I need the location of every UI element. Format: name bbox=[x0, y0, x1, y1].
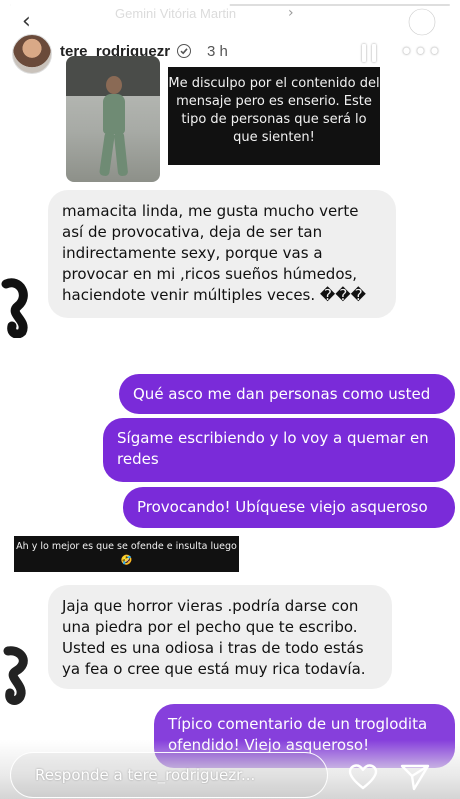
chevron-right-icon: › bbox=[288, 5, 294, 21]
redaction-scribble bbox=[1, 278, 28, 338]
story-photo bbox=[66, 56, 160, 182]
pause-icon[interactable] bbox=[362, 44, 376, 62]
verified-badge-icon bbox=[177, 44, 191, 58]
caption-comment: Ah y lo mejor es que se ofende e insulta… bbox=[14, 536, 239, 572]
caption-apology: Me disculpo por el contenido del mensaje… bbox=[168, 67, 380, 165]
message-outgoing: Provocando! Ubíquese viejo asqueroso bbox=[123, 487, 455, 528]
reply-input[interactable] bbox=[10, 752, 328, 798]
paper-plane-icon[interactable] bbox=[400, 763, 430, 791]
ghost-story-title: Gemini Vitória Martin bbox=[115, 6, 237, 21]
message-incoming: mamacita linda, me gusta mucho verte así… bbox=[48, 190, 396, 318]
message-incoming: Jaja que horror vieras .podría darse con… bbox=[48, 585, 392, 689]
message-outgoing: Sígame escribiendo y lo voy a quemar en … bbox=[103, 418, 455, 482]
heart-icon[interactable] bbox=[348, 763, 378, 791]
redaction-scribble bbox=[3, 646, 28, 705]
more-icon[interactable]: ••• bbox=[400, 40, 442, 65]
chevron-left-icon[interactable]: ‹ bbox=[22, 9, 31, 34]
avatar[interactable] bbox=[12, 34, 52, 74]
message-outgoing: Qué asco me dan personas como usted bbox=[119, 374, 455, 414]
story-timestamp: 3 h bbox=[207, 43, 228, 60]
sticker-icon[interactable] bbox=[408, 8, 436, 36]
